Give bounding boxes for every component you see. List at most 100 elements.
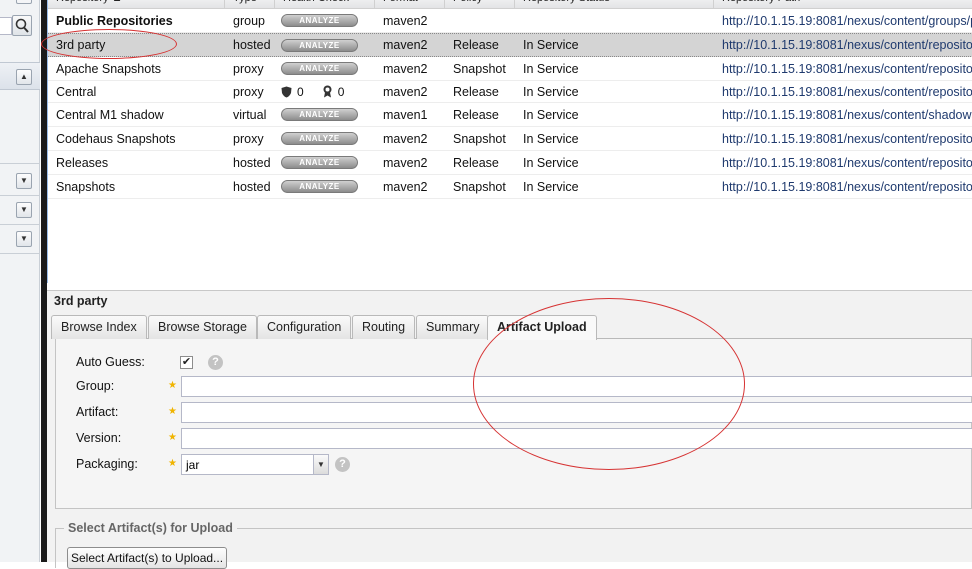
help-icon[interactable]: ? xyxy=(335,457,350,472)
collapse-button[interactable]: ▲ xyxy=(16,69,32,85)
required-star-icon: ★ xyxy=(168,380,177,391)
tab-browse-index[interactable]: Browse Index xyxy=(51,315,147,339)
cell-health: ANALYZE xyxy=(275,103,375,126)
sidebar-search-button[interactable] xyxy=(12,15,32,36)
shield-icon xyxy=(281,86,292,97)
auto-guess-checkbox[interactable]: ✔ xyxy=(180,356,193,369)
tab-routing[interactable]: Routing xyxy=(352,315,416,339)
repository-detail-panel: 3rd party Browse Index Browse Storage Co… xyxy=(47,290,972,569)
artifact-label: Artifact: xyxy=(76,405,119,419)
table-row[interactable]: Public Repositories group ANALYZE maven2… xyxy=(48,9,972,33)
grid-header: Repository ▲ Type Health Check Format Po… xyxy=(48,0,972,9)
table-row[interactable]: 3rd party hosted ANALYZE maven2 Release … xyxy=(48,33,972,57)
cell-path[interactable]: http://10.1.15.19:8081/nexus/content/rep… xyxy=(714,127,972,150)
table-row[interactable]: Central proxy 0 0 maven2 Release In Serv… xyxy=(48,81,972,103)
cell-path[interactable]: http://10.1.15.19:8081/nexus/content/rep… xyxy=(714,34,972,56)
cell-health: ANALYZE xyxy=(275,127,375,150)
cell-path[interactable]: http://10.1.15.19:8081/nexus/content/rep… xyxy=(714,151,972,174)
cell-type: group xyxy=(233,13,265,28)
table-row[interactable]: Codehaus Snapshots proxy ANALYZE maven2 … xyxy=(48,127,972,151)
required-star-icon: ★ xyxy=(168,458,177,469)
cell-repository: Snapshots xyxy=(56,179,116,194)
cell-format: maven2 xyxy=(383,179,428,194)
analyze-button[interactable]: ANALYZE xyxy=(281,180,358,193)
cell-health: ANALYZE xyxy=(275,57,375,80)
required-star-icon: ★ xyxy=(168,406,177,417)
security-count: 0 xyxy=(297,84,304,99)
version-label: Version: xyxy=(76,431,122,445)
cell-repository: Releases xyxy=(56,155,109,170)
cell-repository: Codehaus Snapshots xyxy=(56,131,176,146)
packaging-select[interactable]: jar ▼ xyxy=(181,454,329,475)
column-header-policy[interactable]: Policy xyxy=(445,0,515,9)
cell-health: ANALYZE xyxy=(275,34,375,56)
select-artifacts-button[interactable]: Select Artifact(s) to Upload... xyxy=(67,547,228,569)
column-header-type[interactable]: Type xyxy=(225,0,275,9)
chevron-down-icon: ▼ xyxy=(20,234,28,243)
cell-type: proxy xyxy=(233,61,264,76)
cell-policy xyxy=(445,9,515,32)
cell-policy: Snapshot xyxy=(453,179,506,194)
cell-type: virtual xyxy=(233,107,267,122)
cell-health: ANALYZE xyxy=(275,151,375,174)
expand-button-3[interactable]: ▼ xyxy=(16,231,32,247)
column-header-health-check[interactable]: Health Check xyxy=(275,0,375,9)
cell-path[interactable]: http://10.1.15.19:8081/nexus/content/rep… xyxy=(714,57,972,80)
packaging-label: Packaging: xyxy=(76,457,138,471)
search-icon xyxy=(15,18,29,33)
table-row[interactable]: Releases hosted ANALYZE maven2 Release I… xyxy=(48,151,972,175)
table-row[interactable]: Central M1 shadow virtual ANALYZE maven1… xyxy=(48,103,972,127)
column-header-repository[interactable]: Repository ▲ xyxy=(48,0,225,9)
analyze-button[interactable]: ANALYZE xyxy=(281,38,358,52)
packaging-value: jar xyxy=(186,458,200,472)
cell-format: maven2 xyxy=(383,155,428,170)
sidebar-top-button[interactable] xyxy=(16,0,32,4)
cell-type: hosted xyxy=(233,179,271,194)
sidebar-search-input[interactable] xyxy=(0,17,12,35)
analyze-button[interactable]: ANALYZE xyxy=(281,14,358,27)
version-field[interactable] xyxy=(181,428,972,449)
cell-repository: Apache Snapshots xyxy=(56,61,161,76)
chevron-down-icon: ▼ xyxy=(20,176,28,185)
analyze-button[interactable]: ANALYZE xyxy=(281,132,358,145)
cell-repository: Central xyxy=(56,84,97,99)
column-header-status[interactable]: Repository Status xyxy=(515,0,714,9)
chevron-down-icon[interactable]: ▼ xyxy=(313,455,328,474)
cell-path[interactable]: http://10.1.15.19:8081/nexus/content/sha… xyxy=(714,103,972,126)
expand-button-1[interactable]: ▼ xyxy=(16,173,32,189)
cell-type: hosted xyxy=(233,38,271,52)
cell-policy: Release xyxy=(453,107,499,122)
upload-legend: Select Artifact(s) for Upload xyxy=(64,521,237,535)
cell-format: maven2 xyxy=(383,13,428,28)
cell-repository: Public Repositories xyxy=(56,13,173,28)
help-icon[interactable]: ? xyxy=(208,355,223,370)
table-row[interactable]: Snapshots hosted ANALYZE maven2 Snapshot… xyxy=(48,175,972,199)
cell-health[interactable]: 0 0 xyxy=(275,81,375,102)
cell-status: In Service xyxy=(523,84,579,99)
sidebar-panel-header: ▲ xyxy=(0,62,40,90)
cell-path[interactable]: http://10.1.15.19:8081/nexus/content/gro… xyxy=(714,9,972,32)
cell-path[interactable]: http://10.1.15.19:8081/nexus/content/rep… xyxy=(714,81,972,102)
cell-status: In Service xyxy=(523,107,579,122)
cell-format: maven2 xyxy=(383,84,428,99)
cell-path[interactable]: http://10.1.15.19:8081/nexus/content/rep… xyxy=(714,175,972,198)
cell-format: maven2 xyxy=(383,38,428,52)
cell-status xyxy=(515,9,714,32)
group-field[interactable] xyxy=(181,376,972,397)
analyze-button[interactable]: ANALYZE xyxy=(281,108,358,121)
group-label: Group: xyxy=(76,379,115,393)
analyze-button[interactable]: ANALYZE xyxy=(281,156,358,169)
table-row[interactable]: Apache Snapshots proxy ANALYZE maven2 Sn… xyxy=(48,57,972,81)
tab-artifact-upload[interactable]: Artifact Upload xyxy=(487,315,597,340)
tab-browse-storage[interactable]: Browse Storage xyxy=(148,315,257,339)
analyze-button[interactable]: ANALYZE xyxy=(281,62,358,75)
sidebar-divider xyxy=(0,195,40,196)
artifact-field[interactable] xyxy=(181,402,972,423)
cell-status: In Service xyxy=(523,38,579,52)
expand-button-2[interactable]: ▼ xyxy=(16,202,32,218)
tab-summary[interactable]: Summary xyxy=(416,315,490,339)
tab-configuration[interactable]: Configuration xyxy=(257,315,352,339)
column-header-format[interactable]: Format xyxy=(375,0,445,9)
column-header-path[interactable]: Repository Path xyxy=(714,0,972,9)
cell-status: In Service xyxy=(523,179,579,194)
